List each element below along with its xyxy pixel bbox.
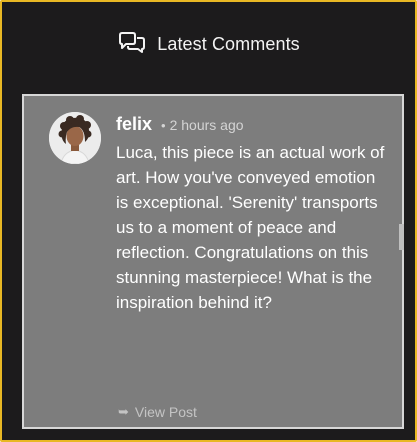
view-post-link[interactable]: ➥ View Post	[118, 404, 197, 420]
user-photo-icon	[49, 112, 101, 164]
latest-comments-widget: Latest Comments felix • 2 hours ago Luca…	[0, 0, 417, 442]
comment-meta: felix • 2 hours ago	[116, 114, 244, 135]
arrow-right-icon: ➥	[118, 404, 129, 419]
avatar[interactable]	[49, 112, 101, 164]
meta-separator: •	[161, 118, 166, 133]
comments-icon	[119, 32, 146, 53]
comment-timestamp: 2 hours ago	[169, 117, 244, 133]
view-post-label: View Post	[134, 404, 197, 420]
scrollbar-thumb[interactable]	[399, 224, 404, 250]
comment-text: Luca, this piece is an actual work of ar…	[116, 143, 385, 312]
scrollbar-track[interactable]	[396, 96, 404, 427]
widget-title: Latest Comments	[157, 33, 300, 54]
comment-author[interactable]: felix	[116, 114, 152, 135]
widget-header: Latest Comments	[2, 26, 415, 62]
comment-card: felix • 2 hours ago Luca, this piece is …	[22, 94, 404, 429]
